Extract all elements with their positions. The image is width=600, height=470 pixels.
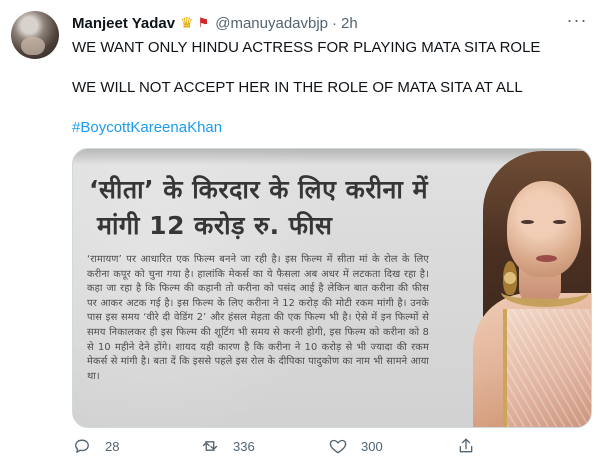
separator-dot: ·	[332, 14, 338, 32]
share-icon	[456, 436, 476, 456]
retweet-button[interactable]: 336	[200, 436, 255, 456]
avatar[interactable]	[11, 11, 59, 59]
tweet-text-line: WE WILL NOT ACCEPT HER IN THE ROLE OF MA…	[72, 79, 523, 96]
sari-shape	[503, 309, 591, 427]
reply-button[interactable]: 28	[72, 436, 119, 456]
retweet-count: 336	[233, 438, 255, 454]
face-shape	[507, 181, 581, 277]
actress-photo	[415, 149, 591, 427]
tweet-actions: 28 336 300	[72, 436, 492, 456]
crown-icon: ♛	[180, 15, 194, 32]
like-count: 300	[361, 438, 383, 454]
newspaper-clipping: ‘सीता’ के किरदार के लिए करीना में मांगी …	[73, 149, 591, 427]
eye-shape	[553, 220, 566, 224]
tweet-time[interactable]: 2h	[341, 15, 358, 32]
news-headline-line: ‘सीता’ के किरदार के लिए करीना में	[89, 175, 429, 204]
retweet-icon	[200, 436, 220, 456]
reply-count: 28	[105, 438, 120, 454]
reply-icon	[72, 436, 92, 456]
lips-shape	[536, 255, 557, 262]
tweet-text-line: WE WANT ONLY HINDU ACTRESS FOR PLAYING M…	[72, 39, 541, 56]
earring-shape	[503, 261, 517, 295]
news-body-text: ‘रामायण’ पर आधारित एक फिल्म बनने जा रही …	[87, 254, 429, 382]
news-headline-line: मांगी 12 करोड़ रु. फीस	[97, 211, 333, 240]
share-button[interactable]	[456, 436, 489, 456]
like-button[interactable]: 300	[328, 436, 383, 456]
author-handle[interactable]: @manuyadavbjp	[215, 15, 328, 32]
flag-icon: ⚑	[197, 15, 210, 30]
eye-shape	[521, 220, 534, 224]
hashtag-link[interactable]: #BoycottKareenaKhan	[72, 118, 222, 138]
author-name[interactable]: Manjeet Yadav	[72, 15, 175, 32]
tweet: Manjeet Yadav ♛ ⚑ @manuyadavbjp · 2h ···…	[0, 0, 600, 470]
heart-icon	[328, 436, 348, 456]
newspaper-image[interactable]: ‘सीता’ के किरदार के लिए करीना में मांगी …	[72, 148, 592, 428]
more-icon[interactable]: ···	[562, 11, 592, 34]
tweet-header: Manjeet Yadav ♛ ⚑ @manuyadavbjp · 2h	[72, 13, 358, 33]
